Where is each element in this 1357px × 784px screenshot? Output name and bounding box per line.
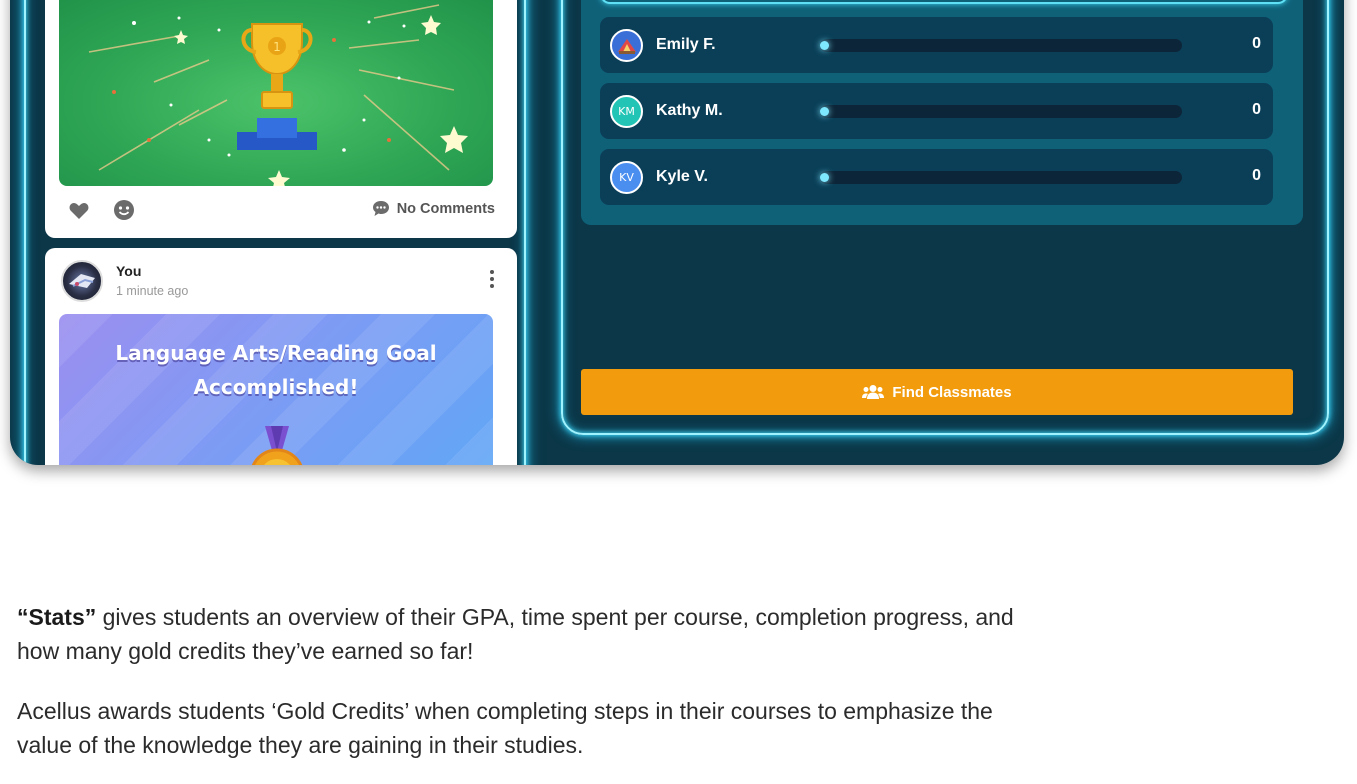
feed-post-card: You 1 minute ago Language Arts/Reading G…	[45, 248, 517, 465]
svg-text:1: 1	[273, 40, 281, 54]
progress-track	[820, 39, 1182, 52]
caption-text: value of the knowledge they are gaining …	[17, 732, 584, 758]
leaderboard-row[interactable]: KM Kathy M. 0	[600, 83, 1273, 139]
avatar	[610, 29, 643, 62]
feed-post-card: 1 No Comments	[45, 0, 517, 238]
smile-icon[interactable]	[113, 199, 135, 226]
progress-dot	[820, 107, 829, 116]
goal-title: Language Arts/Reading Goal Accomplished!	[59, 336, 493, 404]
avatar: KM	[610, 95, 643, 128]
trophy-achievement-image: 1	[59, 0, 493, 186]
more-options-icon[interactable]	[489, 269, 495, 294]
find-classmates-label: Find Classmates	[892, 383, 1012, 401]
trophy-illustration: 1	[88, 4, 468, 186]
heart-icon[interactable]	[69, 202, 89, 225]
student-name: Kathy M.	[656, 102, 723, 119]
users-icon	[862, 385, 885, 399]
find-classmates-button[interactable]: Find Classmates	[581, 369, 1293, 415]
caption-text: Acellus awards students ‘Gold Credits’ w…	[17, 698, 993, 724]
leaderboard-row[interactable]: Emily F. 0	[600, 17, 1273, 73]
caption-text: how many gold credits they’ve earned so …	[17, 638, 474, 664]
comment-icon	[372, 201, 389, 216]
leaderboard-row[interactable]: KV Kyle V. 0	[600, 149, 1273, 205]
avatar[interactable]	[61, 260, 103, 302]
goal-accomplished-image: Language Arts/Reading Goal Accomplished!…	[59, 314, 493, 465]
post-actions: No Comments	[45, 196, 517, 226]
caption-bold-term: “Stats”	[17, 604, 97, 630]
student-name: Emily F.	[656, 36, 716, 53]
progress-dot	[820, 173, 829, 182]
post-timestamp: 1 minute ago	[116, 284, 189, 298]
progress-track	[820, 171, 1182, 184]
leaderboard-panel: Emily F. 0 KM Kathy M. 0 KV Kyle V. 0	[581, 0, 1303, 225]
caption-text: gives students an overview of their GPA,…	[96, 604, 1014, 630]
svg-text:1: 1	[270, 464, 284, 465]
student-score: 0	[1252, 167, 1261, 184]
caption-paragraph-1: “Stats” gives students an overview of th…	[17, 600, 1337, 668]
student-score: 0	[1252, 101, 1261, 118]
post-header: You 1 minute ago	[61, 260, 501, 304]
progress-track	[820, 105, 1182, 118]
comments-link[interactable]: No Comments	[372, 200, 495, 217]
student-score: 0	[1252, 35, 1261, 52]
avatar: KV	[610, 161, 643, 194]
goal-title-line-1: Language Arts/Reading Goal	[115, 341, 437, 365]
post-author[interactable]: You	[116, 263, 141, 279]
student-name: Kyle V.	[656, 168, 708, 185]
leaderboard-highlight-row	[600, 0, 1288, 4]
caption-paragraph-2: Acellus awards students ‘Gold Credits’ w…	[17, 694, 1337, 762]
goal-title-line-2: Accomplished!	[193, 375, 359, 399]
medal-icon: 1	[237, 424, 317, 465]
comments-label: No Comments	[396, 200, 495, 217]
progress-dot	[820, 41, 829, 50]
app-frame: 1 No Comments You 1 minute ago Language …	[10, 0, 1344, 465]
